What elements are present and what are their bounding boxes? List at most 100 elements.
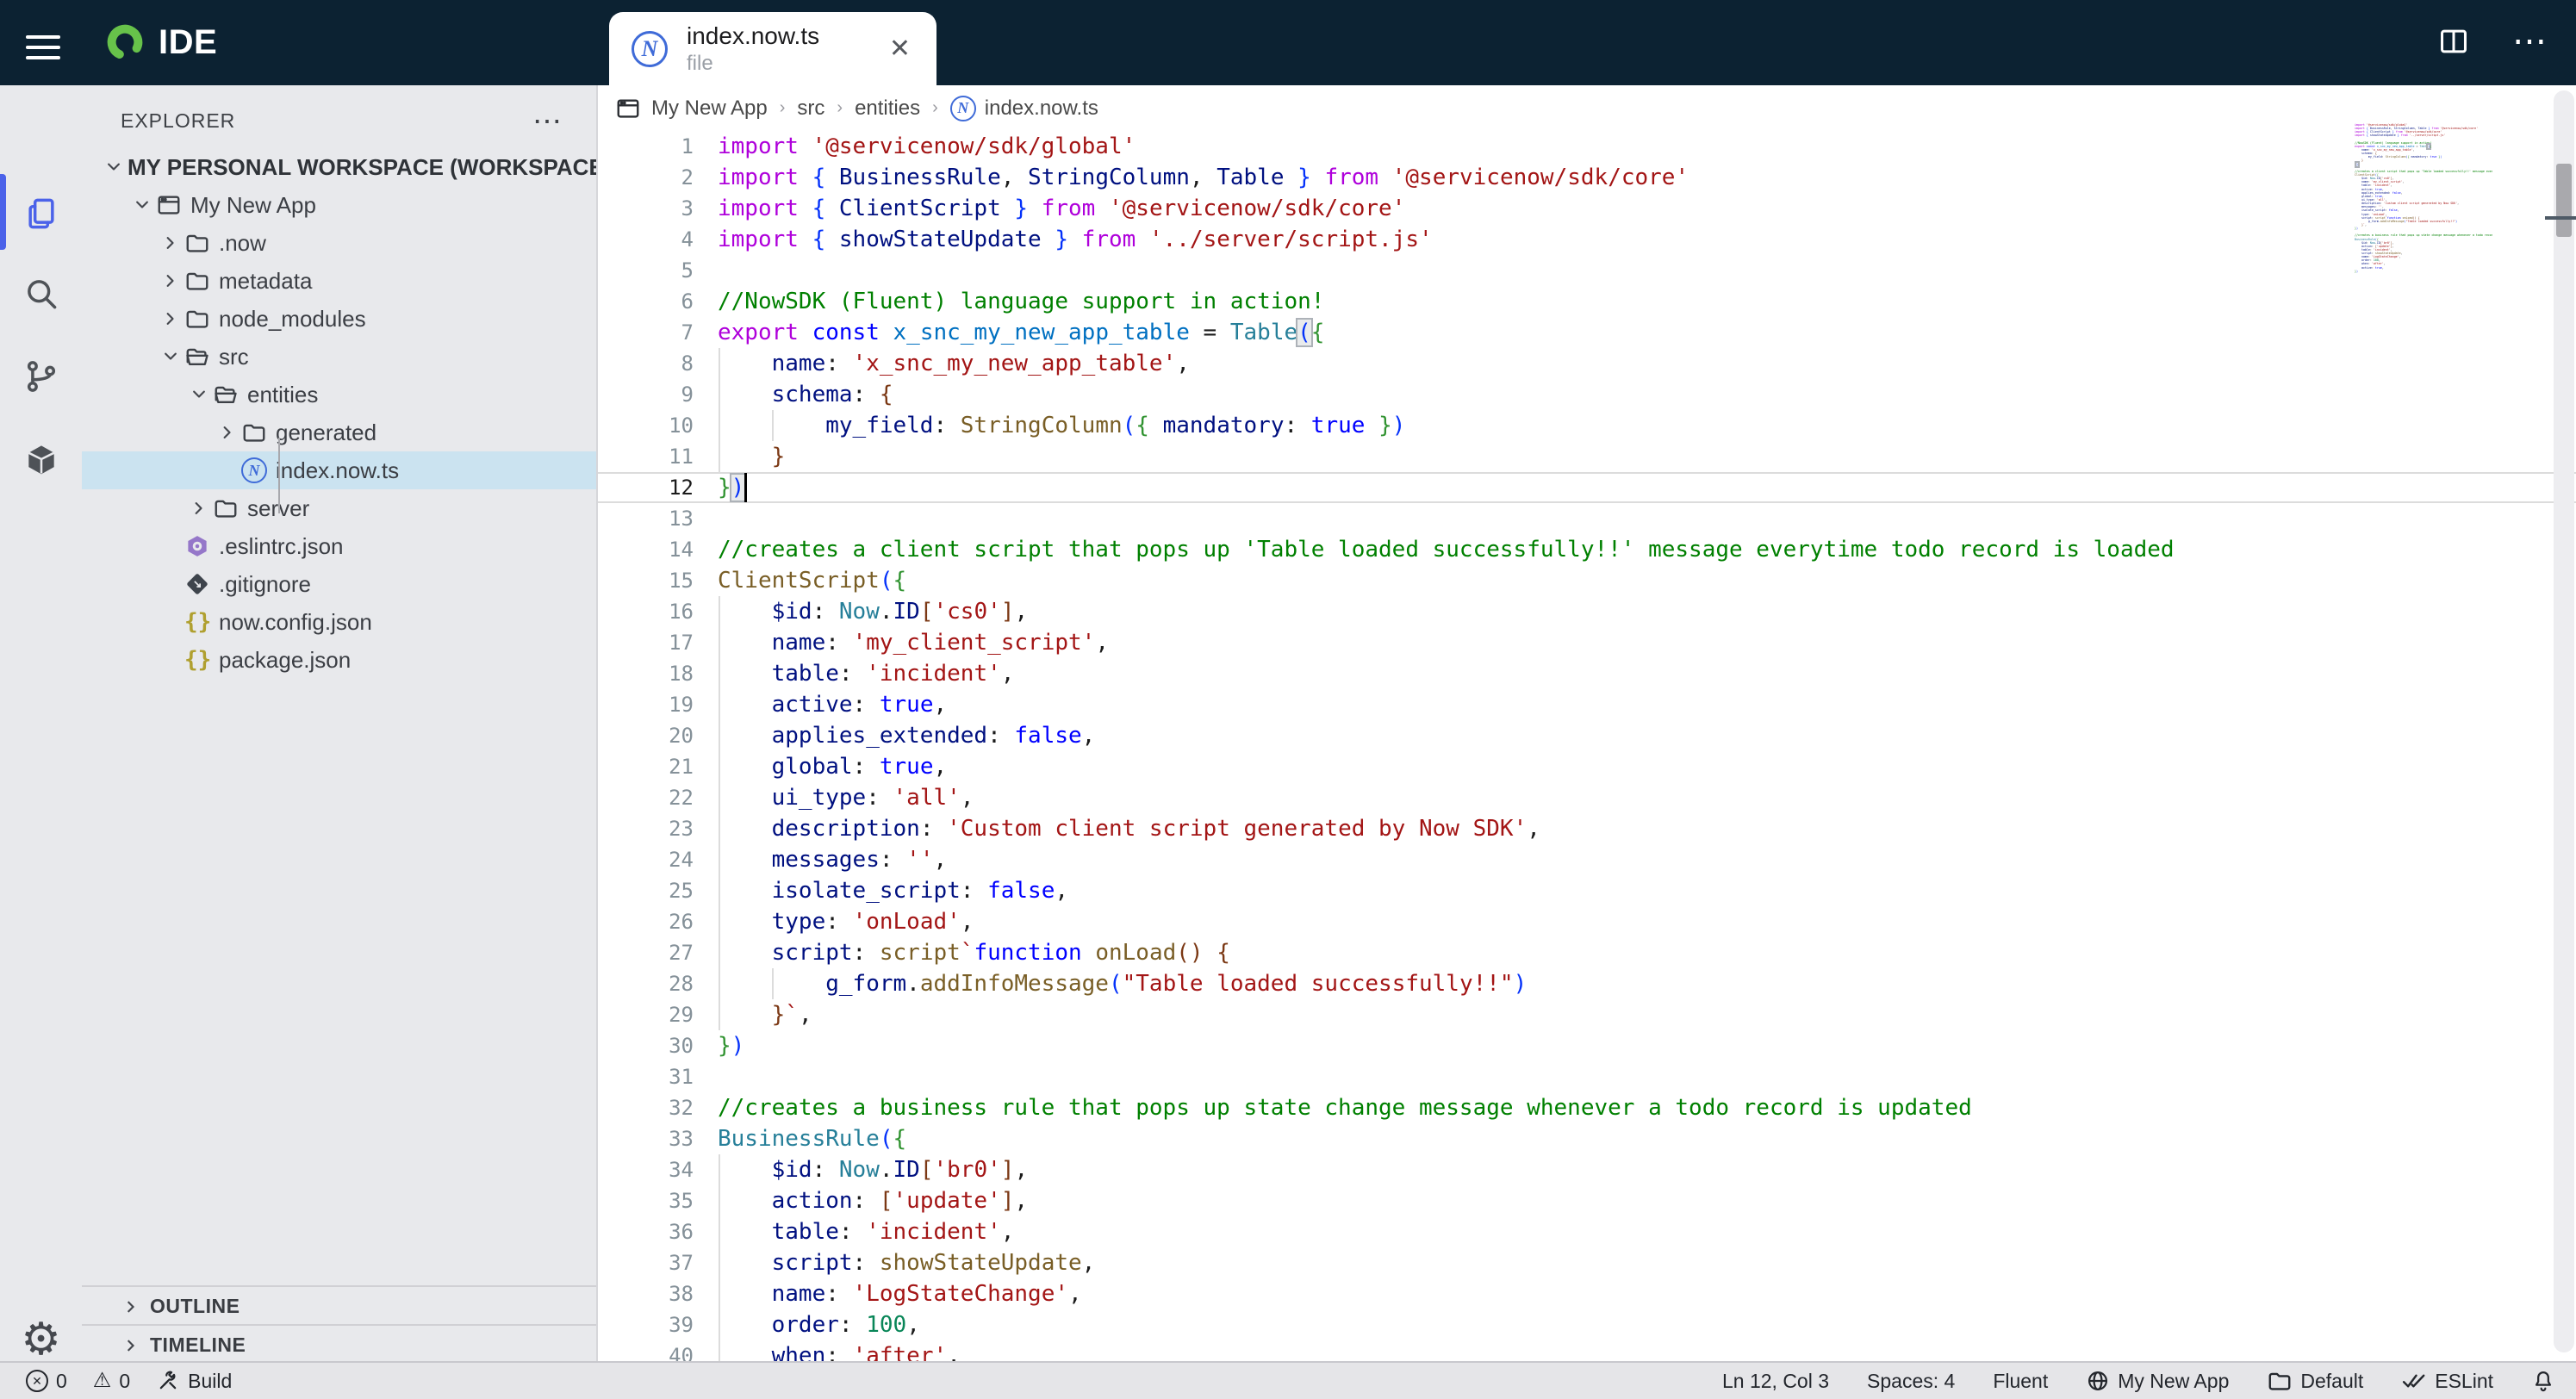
tree-item-my-new-app[interactable]: My New App [82,186,596,224]
chevron-right-icon [184,500,213,517]
activity-source-control-icon[interactable] [0,337,82,416]
code-line-10[interactable]: 10 my_field: StringColumn({ mandatory: t… [598,410,2576,441]
tree-item-node-modules[interactable]: node_modules [82,300,596,338]
breadcrumb-file[interactable]: index.now.ts [985,96,1098,121]
code-line-35[interactable]: 35 action: ['update'], [598,1185,2576,1216]
code-line-36[interactable]: 36 table: 'incident', [598,1216,2576,1247]
code-line-30[interactable]: 30}) [598,1030,2576,1061]
tree-item-now[interactable]: .now [82,224,596,262]
code-line-31[interactable]: 31 [598,1061,2576,1092]
chevron-down-icon [99,159,128,176]
app-header: IDE N index.now.ts file ✕ ⋯ [0,0,2576,85]
code-line-20[interactable]: 20 applies_extended: false, [598,720,2576,751]
code-line-3[interactable]: 3import { ClientScript } from '@servicen… [598,193,2576,224]
breadcrumb-item-src[interactable]: src [797,96,824,121]
tree-item-label: index.now.ts [276,457,399,484]
code-line-8[interactable]: 8 name: 'x_snc_my_new_app_table', [598,348,2576,379]
tree-item-server[interactable]: server [82,489,596,527]
code-line-37[interactable]: 37 script: showStateUpdate, [598,1247,2576,1278]
code-line-38[interactable]: 38 name: 'LogStateChange', [598,1278,2576,1309]
line-number: 28 [598,968,694,999]
line-number: 17 [598,627,694,658]
line-number: 30 [598,1030,694,1061]
code-line-39[interactable]: 39 order: 100, [598,1309,2576,1340]
code-line-40[interactable]: 40 when: 'after', [598,1340,2576,1361]
indent-guide [719,658,720,689]
code-line-26[interactable]: 26 type: 'onLoad', [598,906,2576,937]
tree-item-generated[interactable]: generated [82,413,596,451]
explorer-more-actions-icon[interactable]: ⋯ [532,104,562,139]
tree-item-metadata[interactable]: metadata [82,262,596,300]
status-my-new-app[interactable]: My New App [2086,1369,2229,1393]
status-0[interactable]: ⚠0 [93,1370,130,1393]
code-line-13[interactable]: 13 [598,503,2576,534]
status-fluent[interactable]: Fluent [1993,1370,2048,1393]
scrollbar-thumb[interactable] [2556,164,2572,237]
tree-item-eslintrc-json[interactable]: .eslintrc.json [82,527,596,565]
tree-item-index-now-ts[interactable]: Nindex.now.ts [82,451,596,489]
code-line-33[interactable]: 33BusinessRule({ [598,1123,2576,1154]
tree-item-src[interactable]: src [82,338,596,376]
indent-guide [719,348,720,379]
code-line-7[interactable]: 7export const x_snc_my_new_app_table = T… [598,317,2576,348]
status-label: Ln 12, Col 3 [1722,1370,1829,1393]
code-line-11[interactable]: 11 } [598,441,2576,472]
code-line-34[interactable]: 34 $id: Now.ID['br0'], [598,1154,2576,1185]
code-line-17[interactable]: 17 name: 'my_client_script', [598,627,2576,658]
tree-item-entities[interactable]: entities [82,376,596,413]
code-line-28[interactable]: 28 g_form.addInfoMessage("Table loaded s… [598,968,2576,999]
hamburger-menu-icon[interactable] [26,28,60,58]
breadcrumb-item-entities[interactable]: entities [855,96,920,121]
code-line-6[interactable]: 6//NowSDK (Fluent) language support in a… [598,286,2576,317]
more-actions-icon[interactable]: ⋯ [2512,22,2550,60]
code-line-2[interactable]: 2import { BusinessRule, StringColumn, Ta… [598,162,2576,193]
activity-package-icon[interactable] [0,420,82,499]
activity-search-icon[interactable] [0,254,82,333]
tree-item-my-personal-workspace-workspace[interactable]: MY PERSONAL WORKSPACE (WORKSPACE) [82,148,596,186]
code-line-9[interactable]: 9 schema: { [598,379,2576,410]
code-line-15[interactable]: 15ClientScript({ [598,565,2576,596]
status-ln-12-col-3[interactable]: Ln 12, Col 3 [1722,1370,1829,1393]
tree-item-now-config-json[interactable]: {}now.config.json [82,603,596,641]
scrollbar-track[interactable] [2554,90,2574,1352]
text-cursor [744,473,747,502]
tab-close-icon[interactable]: ✕ [886,30,914,67]
code-line-25[interactable]: 25 isolate_script: false, [598,875,2576,906]
code-line-27[interactable]: 27 script: script`function onLoad() { [598,937,2576,968]
indent-guide [772,410,774,441]
tree-item-package-json[interactable]: {}package.json [82,641,596,679]
tree-item-gitignore[interactable]: .gitignore [82,565,596,603]
line-number: 34 [598,1154,694,1185]
code-line-23[interactable]: 23 description: 'Custom client script ge… [598,813,2576,844]
code-line-29[interactable]: 29 }`, [598,999,2576,1030]
status-eslint[interactable]: ESLint [2401,1368,2493,1394]
tab-index-now-ts[interactable]: N index.now.ts file ✕ [609,12,936,85]
timeline-section[interactable]: TIMELINE [82,1324,596,1365]
status-build[interactable]: Build [156,1369,232,1393]
code-line-14[interactable]: 14//creates a client script that pops up… [598,534,2576,565]
chevron-down-icon [156,348,184,365]
breadcrumb-item-my-new-app[interactable]: My New App [651,96,768,121]
status-bell-icon[interactable] [2531,1369,2555,1393]
activity-files-icon[interactable] [0,174,82,253]
code-line-4[interactable]: 4import { showStateUpdate } from '../ser… [598,224,2576,255]
split-editor-icon[interactable] [2435,22,2473,60]
code-line-18[interactable]: 18 table: 'incident', [598,658,2576,689]
minimap[interactable]: import '@servicenow/sdk/global'import { … [2355,123,2492,382]
tree-item-label: entities [247,382,318,408]
code-editor[interactable]: 1import '@servicenow/sdk/global'2import … [598,131,2576,1361]
code-line-16[interactable]: 16 $id: Now.ID['cs0'], [598,596,2576,627]
outline-section[interactable]: OUTLINE [82,1285,596,1326]
code-line-12[interactable]: 12}) [598,472,2576,503]
status-0[interactable]: ✕0 [26,1370,67,1393]
code-line-24[interactable]: 24 messages: '', [598,844,2576,875]
code-line-32[interactable]: 32//creates a business rule that pops up… [598,1092,2576,1123]
code-line-19[interactable]: 19 active: true, [598,689,2576,720]
indent-guide [719,751,720,782]
status-spaces-4[interactable]: Spaces: 4 [1867,1370,1955,1393]
status-default[interactable]: Default [2267,1368,2363,1394]
code-line-22[interactable]: 22 ui_type: 'all', [598,782,2576,813]
code-line-21[interactable]: 21 global: true, [598,751,2576,782]
code-line-5[interactable]: 5 [598,255,2576,286]
code-line-1[interactable]: 1import '@servicenow/sdk/global' [598,131,2576,162]
